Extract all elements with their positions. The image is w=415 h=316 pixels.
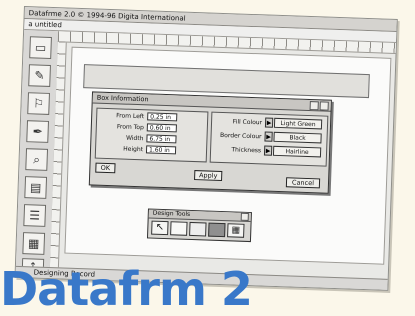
border-colour-arrow-icon[interactable]: ▶: [264, 131, 273, 142]
ok-button[interactable]: OK: [95, 162, 116, 174]
width-field[interactable]: 6.75 in: [146, 134, 177, 144]
palette-close-button[interactable]: [240, 212, 249, 221]
from-top-field[interactable]: 0.60 in: [146, 123, 177, 133]
pen-icon[interactable]: ✒: [26, 120, 50, 143]
box-information-dialog: Box Information From Left 0.25 in From T…: [88, 91, 332, 194]
datafrme-window: Datafrme 2.0 © 1994-96 Digita Internatio…: [14, 6, 398, 291]
page-icon[interactable]: ▭: [29, 36, 52, 59]
position-pane: From Left 0.25 in From Top 0.60 in Width…: [94, 107, 209, 163]
appearance-pane: Fill Colour ▶ Light Green Border Colour …: [209, 111, 329, 167]
thickness-arrow-icon[interactable]: ▶: [263, 145, 273, 156]
border-colour-label: Border Colour: [219, 131, 262, 141]
from-left-field[interactable]: 0.25 in: [147, 112, 178, 122]
fill-colour-arrow-icon[interactable]: ▶: [264, 117, 274, 128]
apply-button[interactable]: Apply: [194, 170, 223, 182]
monitor-photo: Datafrme 2.0 © 1994-96 Digita Internatio…: [0, 0, 408, 300]
fill-colour-label: Fill Colour: [232, 118, 263, 127]
palette-title-text: Design Tools: [152, 209, 191, 218]
from-left-label: From Left: [116, 112, 145, 121]
book-icon[interactable]: ▤: [24, 176, 48, 199]
height-field[interactable]: 1.60 in: [145, 145, 177, 155]
from-top-label: From Top: [116, 123, 144, 132]
list-icon[interactable]: ☰: [23, 204, 47, 227]
grid-icon[interactable]: ▦: [22, 232, 46, 255]
thickness-label: Thickness: [231, 146, 262, 155]
pointer-tool-icon[interactable]: ↖: [151, 220, 169, 236]
fill-colour-select[interactable]: Light Green: [273, 117, 323, 130]
thickness-select[interactable]: Hairline: [272, 145, 322, 158]
dialog-title-text: Box Information: [96, 93, 149, 104]
close-button[interactable]: [319, 101, 329, 111]
search-icon[interactable]: ⌕: [25, 148, 49, 171]
picture-tool-icon[interactable]: ▦: [227, 223, 245, 238]
width-label: Width: [125, 134, 144, 143]
edit-icon[interactable]: ⚐: [27, 92, 50, 115]
shade-tool-icon[interactable]: [208, 222, 226, 238]
height-label: Height: [123, 145, 144, 154]
design-tools-palette: Design Tools ↖ ▦: [146, 208, 252, 243]
border-colour-select[interactable]: Black: [273, 131, 322, 144]
record-icon[interactable]: ✎: [28, 64, 51, 87]
overlay-headline: Datafrm 2: [0, 262, 253, 316]
zoom-button[interactable]: [309, 101, 319, 111]
box-tool-icon[interactable]: [170, 221, 188, 236]
cancel-button[interactable]: Cancel: [285, 177, 321, 189]
field-tool-icon[interactable]: [189, 221, 207, 237]
